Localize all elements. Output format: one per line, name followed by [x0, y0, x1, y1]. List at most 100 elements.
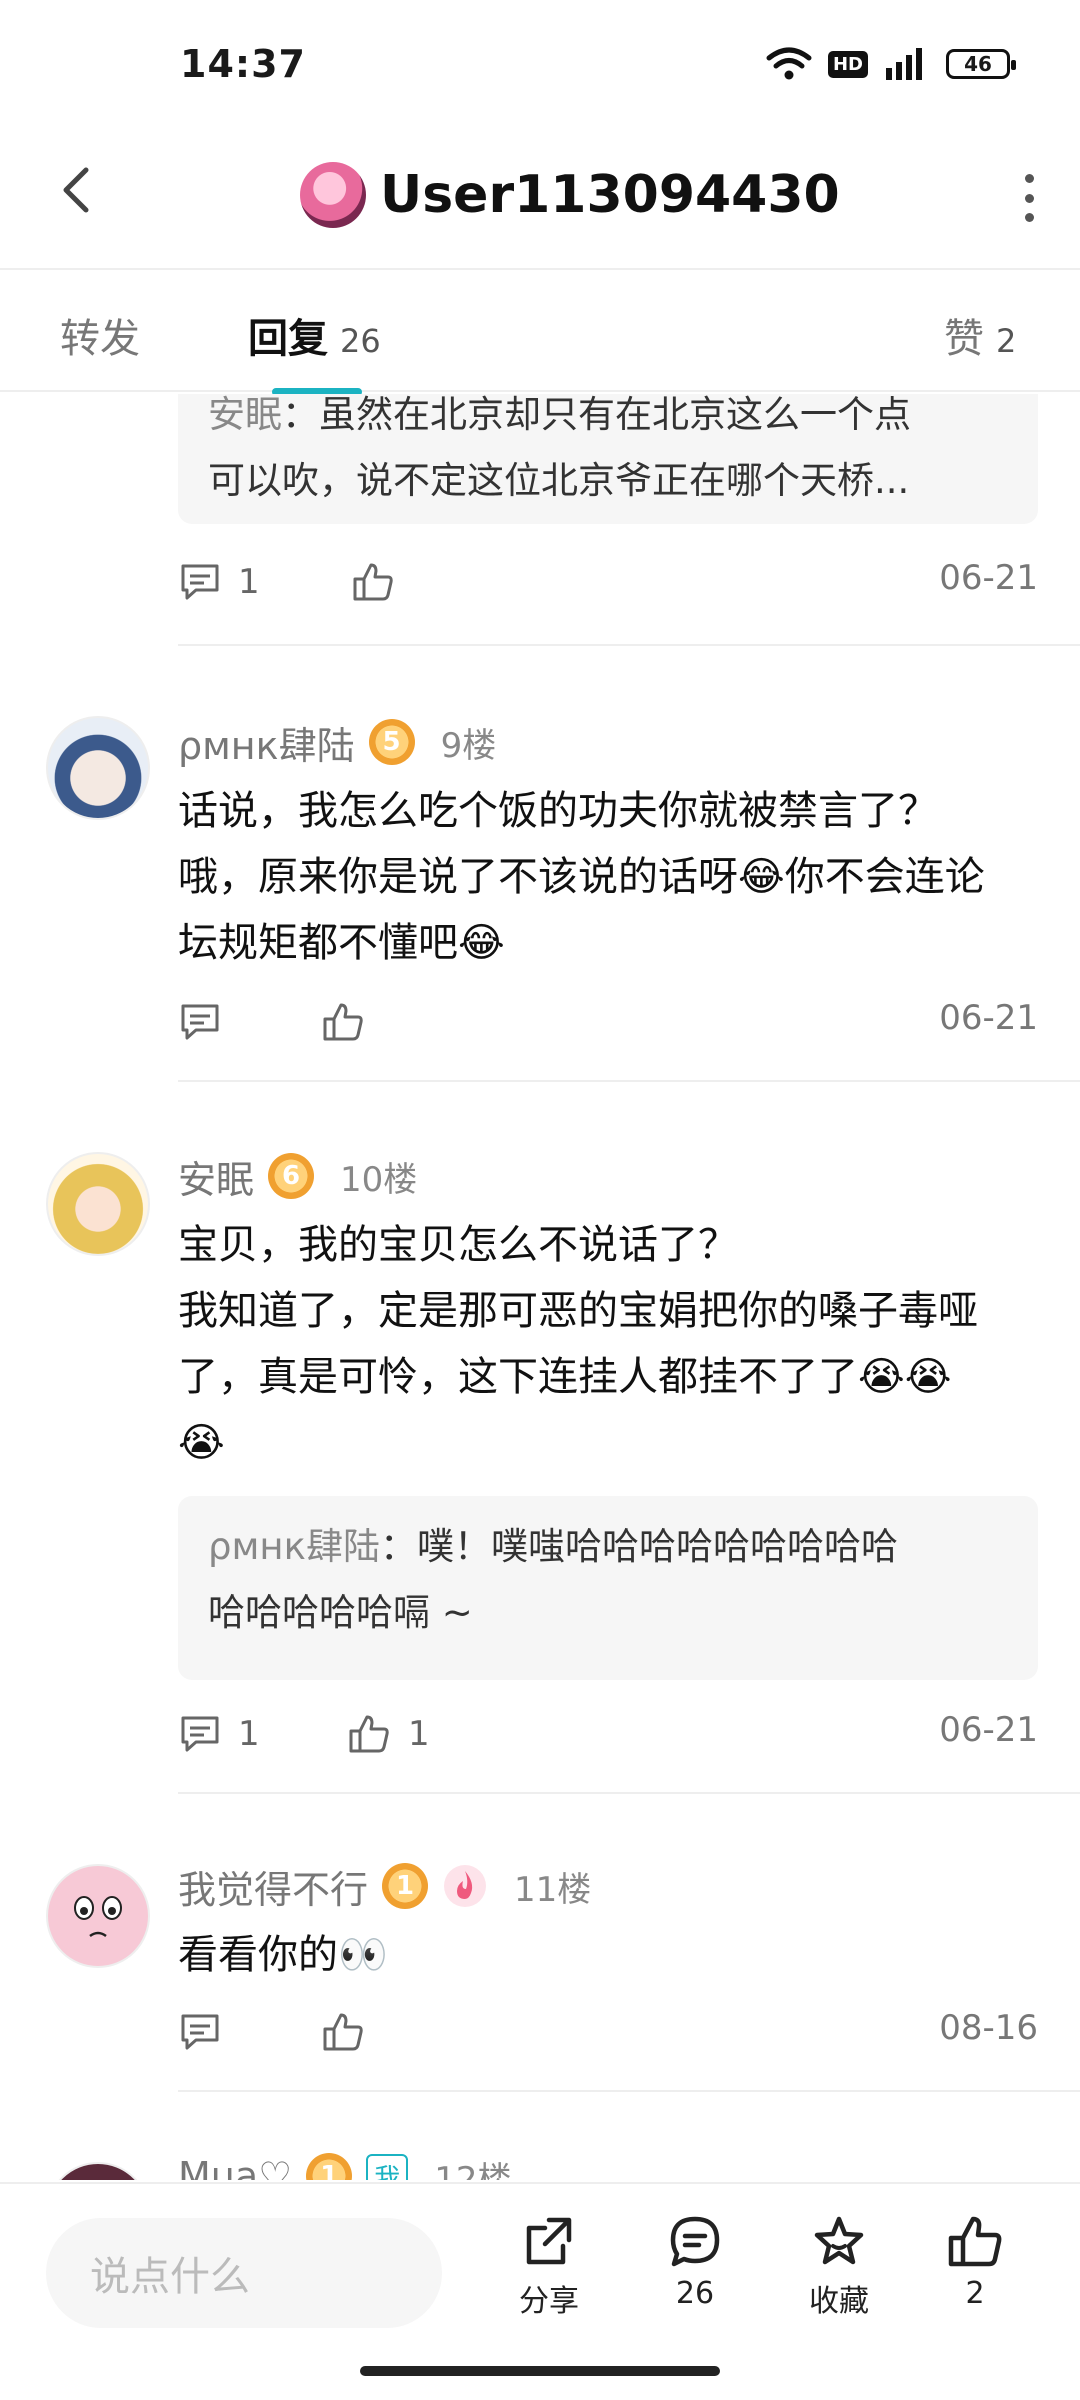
username[interactable]: Mua♡ [178, 2154, 292, 2180]
post-line: 话说，我怎么吃个饭的功夫你就被禁言了？ [178, 788, 938, 834]
level-badge: 6 [268, 1153, 315, 1199]
floor-number: 12楼 [434, 2159, 512, 2181]
thumb-up-icon [323, 1003, 363, 1041]
quote-line2: 哈哈哈哈哈嗝 ~ [208, 1591, 473, 1634]
post-body[interactable]: 看看你的👀 [178, 1922, 1038, 1988]
comments-button[interactable]: 26 [640, 2212, 750, 2311]
post-date: 06-21 [939, 998, 1038, 1038]
face-icon [74, 1896, 122, 1938]
comment-button[interactable] [178, 992, 238, 1052]
divider [178, 644, 1080, 646]
share-button[interactable]: 分享 [494, 2212, 604, 2320]
status-time: 14:37 [180, 42, 306, 86]
battery-level: 46 [964, 52, 992, 76]
quote-author[interactable]: ρмнк肆陆 [208, 1525, 380, 1568]
tab-likes[interactable]: 赞2 [944, 306, 1016, 364]
tab-replies-count: 26 [340, 322, 381, 360]
divider [178, 1792, 1080, 1794]
tab-replies[interactable]: 回复 26 [248, 306, 381, 364]
hd-icon: HD [827, 50, 868, 78]
floor-number: 11楼 [514, 1869, 592, 1910]
battery-icon: 46 [946, 49, 1016, 79]
username[interactable]: ρмнк肆陆 [178, 715, 355, 770]
share-icon [526, 2217, 572, 2265]
like-button[interactable] [320, 2002, 382, 2062]
avatar[interactable] [46, 1864, 150, 1968]
quote-line1: ：噗！噗嗤哈哈哈哈哈哈哈哈哈 [379, 1525, 898, 1568]
back-arrow-icon[interactable] [48, 160, 108, 220]
like-total: 2 [965, 2276, 985, 2311]
reply-quote[interactable]: 安眠：虽然在北京却只有在北京这么一个点 可以吹，说不定这位北京爷正在哪个天桥..… [178, 394, 1038, 524]
star-icon [814, 2216, 864, 2265]
quote-author[interactable]: 安眠 [208, 394, 282, 436]
post-line: 我知道了，定是那可恶的宝娟把你的嗓子毒哑 [178, 1288, 978, 1334]
post-line: 看看你的👀 [178, 1932, 388, 1978]
favorite-button[interactable]: 收藏 [784, 2212, 894, 2320]
post-user: ρмнк肆陆 5 9楼 [178, 712, 496, 772]
level-badge: 1 [382, 1863, 429, 1909]
favorite-label: 收藏 [809, 2284, 869, 2319]
bottom-action-bar: 说点什么 分享 26 收藏 2 [0, 2182, 1080, 2356]
more-options-icon[interactable] [1018, 168, 1040, 228]
comment-icon [181, 1716, 219, 1752]
post-body[interactable]: 宝贝，我的宝贝怎么不说话了？ 我知道了，定是那可恶的宝娟把你的嗓子毒哑 了，真是… [178, 1212, 1038, 1476]
flame-badge-icon [444, 1865, 487, 1907]
like-post-button[interactable]: 2 [920, 2212, 1030, 2311]
top-header: User113094430 [0, 130, 1080, 270]
comment-count: 1 [238, 1714, 260, 1754]
comment-total: 26 [675, 2276, 715, 2311]
username[interactable]: 我觉得不行 [178, 1859, 368, 1914]
post-line: 了，真是可怜，这下连挂人都挂不了了😭😭 [178, 1354, 952, 1400]
tab-repost-label: 转发 [60, 316, 140, 362]
comment-button[interactable]: 1 [178, 1704, 260, 1764]
avatar[interactable] [46, 716, 150, 820]
thumb-up-icon [349, 1715, 389, 1753]
username[interactable]: 安眠 [178, 1149, 254, 1204]
post-user: Mua♡ 1 我 12楼 [178, 2146, 512, 2180]
level-badge: 5 [368, 719, 415, 765]
comment-icon [181, 2014, 219, 2050]
post-date: 08-16 [939, 2008, 1038, 2048]
owner-badge: 我 [366, 2153, 409, 2180]
post-actions: 1 06-21 [178, 552, 1038, 612]
floor-number: 9楼 [440, 725, 497, 766]
comment-input[interactable]: 说点什么 [46, 2218, 442, 2328]
avatar[interactable] [46, 2162, 150, 2180]
divider [178, 2090, 1080, 2092]
comment-icon [181, 1004, 219, 1040]
post-user: 安眠 6 10楼 [178, 1146, 417, 1206]
tab-bar: 转发 回复 26 赞2 [0, 272, 1080, 396]
share-label: 分享 [519, 2284, 579, 2319]
header-user[interactable]: User113094430 [300, 150, 840, 240]
thumb-up-icon [353, 563, 393, 601]
post-body[interactable]: 话说，我怎么吃个饭的功夫你就被禁言了？ 哦，原来你是说了不该说的话呀😂你不会连论… [178, 778, 1038, 976]
level-badge: 1 [306, 2153, 353, 2180]
post-line: 😭 [178, 1420, 225, 1466]
thumb-up-icon [323, 2013, 363, 2051]
post-user: 我觉得不行 1 11楼 [178, 1856, 591, 1916]
tab-likes-label: 赞 [944, 316, 984, 362]
post-actions: 08-16 [178, 2002, 1038, 2062]
reply-quote[interactable]: ρмнк肆陆：噗！噗嗤哈哈哈哈哈哈哈哈哈 哈哈哈哈哈嗝 ~ [178, 1496, 1038, 1680]
like-button[interactable] [320, 992, 382, 1052]
home-indicator[interactable] [360, 2366, 720, 2376]
comment-count: 1 [238, 562, 260, 602]
wifi-icon [766, 47, 812, 80]
post-actions: 1 1 06-21 [178, 1704, 1038, 1764]
reply-list[interactable]: 安眠：虽然在北京却只有在北京这么一个点 可以吹，说不定这位北京爷正在哪个天桥..… [0, 394, 1080, 2180]
post-date: 06-21 [939, 558, 1038, 598]
tab-repost[interactable]: 转发 [60, 306, 140, 364]
avatar[interactable] [46, 1152, 150, 1256]
comment-bubble-icon [670, 2216, 720, 2267]
like-button[interactable] [350, 552, 412, 612]
status-icons: HD 46 [766, 44, 1016, 84]
page-title: User113094430 [380, 165, 840, 225]
thumb-up-icon [948, 2216, 1002, 2267]
quote-line1: ：虽然在北京却只有在北京这么一个点 [282, 394, 911, 436]
quote-line2: 可以吹，说不定这位北京爷正在哪个天桥... [208, 459, 910, 502]
like-button[interactable]: 1 [346, 1704, 430, 1764]
status-bar: 14:37 HD 46 [0, 0, 1080, 130]
comment-button[interactable] [178, 2002, 238, 2062]
comment-button[interactable]: 1 [178, 552, 260, 612]
header-avatar[interactable] [300, 162, 366, 228]
